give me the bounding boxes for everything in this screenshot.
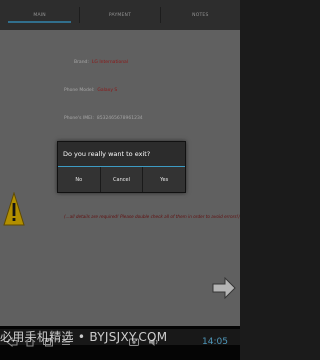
dialog-title: Do you really want to exit? (58, 142, 185, 167)
app-screen: MAIN PAYMENT NOTES Brand: LG Internationa… (0, 0, 240, 360)
exit-dialog: Do you really want to exit? No Cancel Ye… (57, 141, 186, 193)
yes-button[interactable]: Yes (143, 167, 186, 192)
dialog-button-row: No Cancel Yes (58, 167, 186, 192)
no-button[interactable]: No (58, 167, 101, 192)
cancel-button[interactable]: Cancel (100, 167, 144, 192)
watermark-text: 必用手机精选 • BYJSJXY.COM (0, 330, 168, 344)
